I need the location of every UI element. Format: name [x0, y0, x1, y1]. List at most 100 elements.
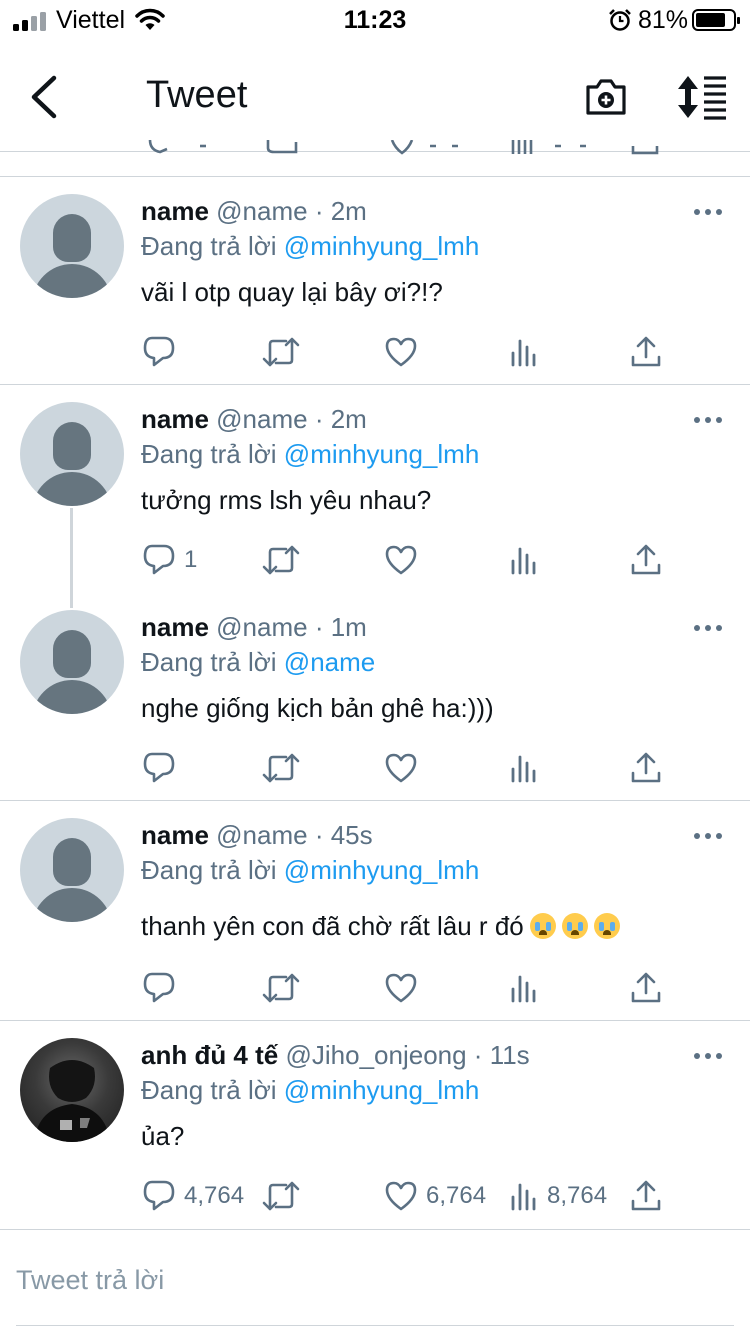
share-icon [631, 336, 661, 367]
reply-icon [143, 1180, 175, 1211]
tweet-actions [0, 332, 750, 372]
user-handle: @name [216, 404, 308, 434]
views-button[interactable] [509, 332, 547, 372]
page-title: Tweet [146, 74, 248, 116]
tweet-header: name @name · 1m [141, 612, 367, 642]
views-count: 8,764 [547, 1182, 608, 1209]
like-button[interactable] [384, 540, 426, 580]
retweet-button[interactable] [262, 1176, 308, 1216]
more-icon[interactable] [694, 415, 722, 425]
display-name[interactable]: name [141, 612, 209, 642]
like-button[interactable] [384, 968, 426, 1008]
share-button[interactable] [630, 540, 662, 580]
tweet-text: nghe giống kịch bản ghê ha:))) [141, 693, 494, 723]
timestamp: 2m [330, 196, 367, 226]
reply-button[interactable] [142, 332, 184, 372]
views-button[interactable] [509, 968, 547, 1008]
back-icon[interactable] [22, 74, 66, 120]
top-nav-bar: Tweet [0, 44, 750, 152]
views-button[interactable]: 8,764 [509, 1176, 607, 1216]
crying-face-emoji-icon [561, 913, 588, 939]
reply-input[interactable] [16, 1260, 716, 1300]
tweet-text-row: thanh yên con đã chờ rất lâu r đó [141, 909, 620, 943]
reply-composer [0, 1229, 750, 1334]
user-handle: @name [216, 612, 308, 642]
retweet-button[interactable] [262, 748, 308, 788]
views-button[interactable] [509, 748, 547, 788]
retweet-button[interactable] [262, 968, 308, 1008]
timestamp: 1m [330, 612, 367, 642]
tweet-header: name @name · 2m [141, 404, 367, 434]
avatar[interactable] [20, 194, 124, 298]
reply-icon [143, 544, 175, 575]
views-icon [511, 339, 536, 367]
timestamp: 45s [330, 820, 373, 850]
like-icon [385, 337, 417, 367]
views-button[interactable] [509, 540, 547, 580]
reply-button[interactable]: 1 [142, 540, 197, 580]
more-icon[interactable] [694, 831, 722, 841]
display-name[interactable]: name [141, 196, 209, 226]
share-button[interactable] [630, 748, 662, 788]
like-button[interactable] [384, 332, 426, 372]
more-icon[interactable] [694, 207, 722, 217]
avatar[interactable] [20, 402, 124, 506]
avatar[interactable] [20, 1038, 124, 1142]
avatar[interactable] [20, 610, 124, 714]
views-icon [511, 547, 536, 575]
retweet-icon [262, 545, 300, 575]
replying-to: Đang trả lời @minhyung_lmh [141, 853, 479, 887]
replying-to: Đang trả lời @name [141, 645, 375, 679]
reply-button[interactable] [142, 748, 184, 788]
user-handle: @name [216, 820, 308, 850]
tweet-actions: 1 [0, 540, 750, 580]
display-name[interactable]: anh đủ 4 tế [141, 1040, 278, 1070]
status-bar: Viettel 11:23 81% [0, 0, 750, 40]
sort-icon[interactable] [675, 72, 729, 122]
mention-link[interactable]: @minhyung_lmh [284, 855, 479, 885]
reply-count: 4,764 [184, 1182, 245, 1209]
alarm-icon [609, 9, 631, 31]
more-icon[interactable] [694, 1051, 722, 1061]
like-button[interactable]: 6,764 [384, 1176, 486, 1216]
avatar[interactable] [20, 818, 124, 922]
retweet-icon [262, 1181, 300, 1211]
profile-photo [34, 1060, 110, 1142]
share-icon [631, 544, 661, 575]
timestamp: 11s [489, 1040, 530, 1070]
reply-count: 1 [184, 546, 198, 573]
composer-underline [16, 1325, 734, 1326]
display-name[interactable]: name [141, 404, 209, 434]
camera-icon[interactable] [583, 74, 629, 120]
replying-label: Đang trả lời [141, 231, 277, 261]
previous-tweet-actions [0, 140, 750, 156]
retweet-button[interactable] [262, 540, 308, 580]
like-button[interactable] [384, 748, 426, 788]
retweet-button[interactable] [262, 332, 308, 372]
display-name[interactable]: name [141, 820, 209, 850]
share-button[interactable] [630, 968, 662, 1008]
replying-to: Đang trả lời @minhyung_lmh [141, 437, 479, 471]
reply-icon [143, 752, 175, 783]
reply-button[interactable]: 4,764 [142, 1176, 244, 1216]
replying-label: Đang trả lời [141, 439, 277, 469]
reply-button[interactable] [142, 968, 184, 1008]
share-icon [631, 752, 661, 783]
mention-link[interactable]: @minhyung_lmh [284, 1075, 479, 1105]
tweet-header: anh đủ 4 tế @Jiho_onjeong · 11s [141, 1040, 530, 1070]
like-icon [385, 973, 417, 1003]
share-button[interactable] [630, 1176, 662, 1216]
battery-percentage: 81% [638, 6, 689, 34]
mention-link[interactable]: @minhyung_lmh [284, 439, 479, 469]
battery-icon [692, 9, 740, 31]
mention-link[interactable]: @minhyung_lmh [284, 231, 479, 261]
views-icon [511, 755, 536, 783]
views-icon [511, 975, 536, 1003]
divider [0, 176, 750, 177]
share-button[interactable] [630, 332, 662, 372]
more-icon[interactable] [694, 623, 722, 633]
tweet-actions: 4,764 6,764 8,764 [0, 1176, 750, 1216]
views-icon [511, 1183, 536, 1211]
mention-link[interactable]: @name [284, 647, 375, 677]
like-icon [385, 753, 417, 783]
